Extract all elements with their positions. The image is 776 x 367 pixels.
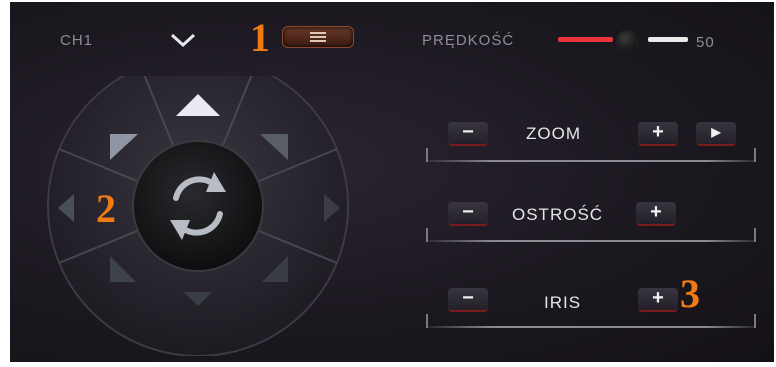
focus-minus-button[interactable]: − — [448, 202, 488, 226]
focus-plus-button[interactable]: + — [636, 202, 676, 226]
menu-button[interactable] — [282, 26, 354, 48]
zoom-row-divider — [426, 148, 756, 162]
speed-value: 50 — [696, 34, 715, 51]
speed-slider-fill — [558, 37, 613, 42]
annotation-2: 2 — [96, 186, 116, 231]
zoom-more-button[interactable]: ▶ — [696, 122, 736, 146]
zoom-label: ZOOM — [526, 124, 581, 143]
ptz-control-panel: CH1 PRĘDKOŚĆ 50 − ZOOM + ▶ − OSTROŚĆ + −… — [10, 2, 774, 362]
list-icon — [310, 32, 326, 42]
focus-row-divider — [426, 228, 756, 242]
iris-row: − IRIS + — [426, 278, 756, 328]
zoom-out-button[interactable]: − — [448, 122, 488, 146]
speed-label: PRĘDKOŚĆ — [422, 32, 515, 49]
speed-slider-rest — [648, 37, 688, 42]
speed-slider-handle[interactable] — [616, 30, 638, 52]
zoom-in-button[interactable]: + — [638, 122, 678, 146]
ptz-direction-pad — [47, 76, 349, 356]
chevron-down-icon — [170, 33, 196, 48]
channel-dropdown[interactable] — [168, 28, 198, 50]
focus-label: OSTROŚĆ — [512, 205, 604, 224]
iris-label: IRIS — [544, 293, 582, 312]
iris-minus-button[interactable]: − — [448, 288, 488, 312]
channel-label: CH1 — [60, 32, 94, 49]
iris-row-divider — [426, 314, 756, 328]
play-icon: ▶ — [711, 125, 721, 139]
annotation-3: 3 — [680, 271, 700, 316]
focus-row: − OSTROŚĆ + — [426, 192, 756, 242]
annotation-1: 1 — [250, 15, 270, 60]
zoom-row: − ZOOM + ▶ — [426, 112, 756, 162]
speed-slider[interactable] — [558, 30, 688, 52]
iris-plus-button[interactable]: + — [638, 288, 678, 312]
